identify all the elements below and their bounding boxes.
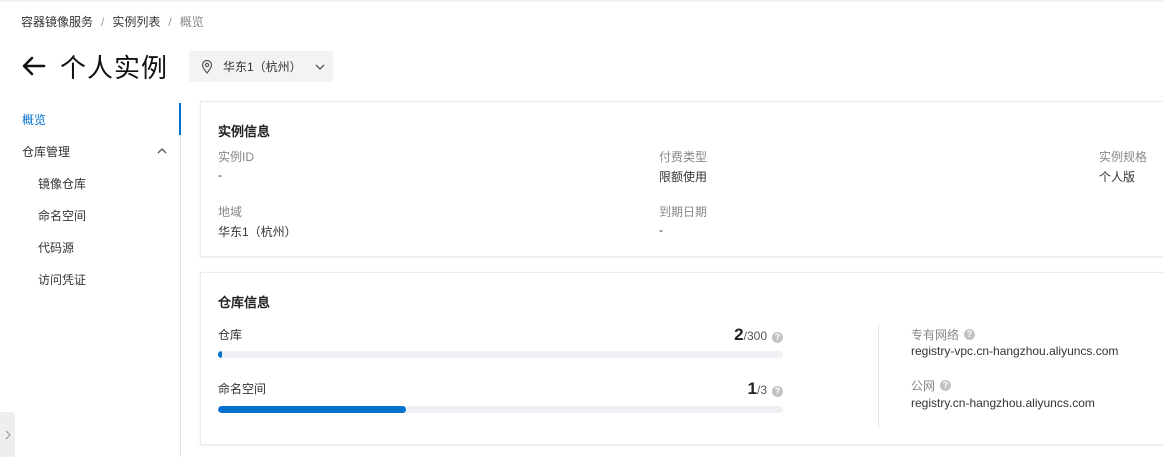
namespace-usage-fill	[218, 406, 407, 413]
namespace-count-label: 命名空间	[218, 382, 267, 396]
region-selector[interactable]: 华东1（杭州）	[189, 51, 333, 82]
expire-date-label: 到期日期	[659, 205, 708, 219]
vpc-endpoint[interactable]: registry-vpc.cn-hangzhou.aliyuncs.com	[911, 344, 1118, 358]
instance-spec-value: 个人版	[1099, 170, 1136, 184]
repo-info-card: 仓库信息 仓库 2 /300 ? 命名空间 1 /3 ? 专有网络 ? regi…	[200, 272, 1163, 445]
public-endpoint[interactable]: registry.cn-hangzhou.aliyuncs.com	[911, 396, 1095, 410]
help-icon[interactable]: ?	[772, 386, 783, 397]
namespace-total: /3	[756, 383, 767, 397]
chevron-right-icon	[5, 430, 11, 439]
chevron-up-icon	[156, 145, 168, 157]
sidebar-divider	[180, 103, 181, 457]
billing-type-label: 付费类型	[659, 150, 708, 164]
help-icon[interactable]: ?	[964, 329, 976, 340]
sidebar-item-label: 概览	[22, 112, 47, 127]
public-label-row: 公网 ?	[911, 377, 952, 394]
billing-type-value: 限额使用	[659, 170, 708, 184]
repo-total: /300	[743, 329, 767, 343]
sidebar-item-label: 访问凭证	[38, 272, 87, 287]
sidebar-group-repo-management[interactable]: 仓库管理	[0, 135, 180, 167]
instance-spec-label: 实例规格	[1099, 150, 1148, 164]
chevron-down-icon	[315, 61, 327, 73]
repo-usage-fill	[218, 351, 222, 358]
namespace-count: 1 /3 ?	[748, 379, 783, 399]
public-label: 公网	[911, 379, 936, 393]
sidebar-item-image-repos[interactable]: 镜像仓库	[0, 167, 180, 199]
back-arrow-icon[interactable]	[20, 52, 48, 80]
vpc-label-row: 专有网络 ?	[911, 326, 976, 343]
breadcrumb-separator: /	[168, 14, 172, 29]
repo-info-title: 仓库信息	[218, 295, 271, 310]
region-value: 华东1（杭州）	[223, 60, 302, 74]
vpc-label: 专有网络	[911, 328, 960, 342]
breadcrumb-service[interactable]: 容器镜像服务	[21, 13, 93, 30]
page-title: 个人实例	[60, 52, 169, 83]
sidebar-item-code-source[interactable]: 代码源	[0, 231, 180, 263]
instance-id-label: 实例ID	[218, 150, 255, 164]
sidebar-item-label: 命名空间	[38, 208, 87, 223]
sidebar-item-overview[interactable]: 概览	[0, 103, 180, 135]
repo-count-label: 仓库	[218, 328, 243, 342]
repo-count: 2 /300 ?	[734, 325, 783, 345]
region-label: 地域	[218, 205, 243, 219]
instance-id-value: -	[218, 168, 222, 182]
sidebar-item-label: 仓库管理	[22, 144, 71, 159]
breadcrumb: 容器镜像服务 / 实例列表 / 概览	[21, 13, 204, 30]
top-border	[0, 0, 1163, 2]
expire-date-value: -	[659, 223, 663, 237]
help-icon[interactable]: ?	[772, 332, 783, 343]
namespace-used: 1	[747, 379, 757, 398]
sidebar: 概览 仓库管理 镜像仓库 命名空间 代码源 访问凭证	[0, 103, 181, 457]
repo-used: 2	[734, 325, 744, 344]
sidebar-collapse-toggle[interactable]	[0, 412, 15, 457]
sidebar-item-namespaces[interactable]: 命名空间	[0, 199, 180, 231]
help-icon[interactable]: ?	[940, 380, 952, 391]
namespace-usage-bar	[218, 406, 783, 413]
location-pin-icon	[201, 59, 215, 74]
instance-info-title: 实例信息	[218, 124, 271, 139]
instance-info-card: 实例信息 实例ID - 付费类型 限额使用 实例规格 个人版 地域 华东1（杭州…	[200, 101, 1163, 257]
section-divider	[878, 324, 879, 428]
region-field-value: 华东1（杭州）	[218, 225, 297, 239]
sidebar-item-label: 代码源	[38, 240, 75, 255]
repo-usage-bar	[218, 351, 783, 358]
sidebar-item-access-credentials[interactable]: 访问凭证	[0, 263, 180, 295]
title-row: 个人实例	[20, 48, 168, 84]
sidebar-item-label: 镜像仓库	[38, 176, 87, 191]
breadcrumb-current: 概览	[179, 15, 204, 29]
breadcrumb-separator: /	[101, 14, 105, 29]
breadcrumb-instance-list[interactable]: 实例列表	[112, 13, 160, 30]
